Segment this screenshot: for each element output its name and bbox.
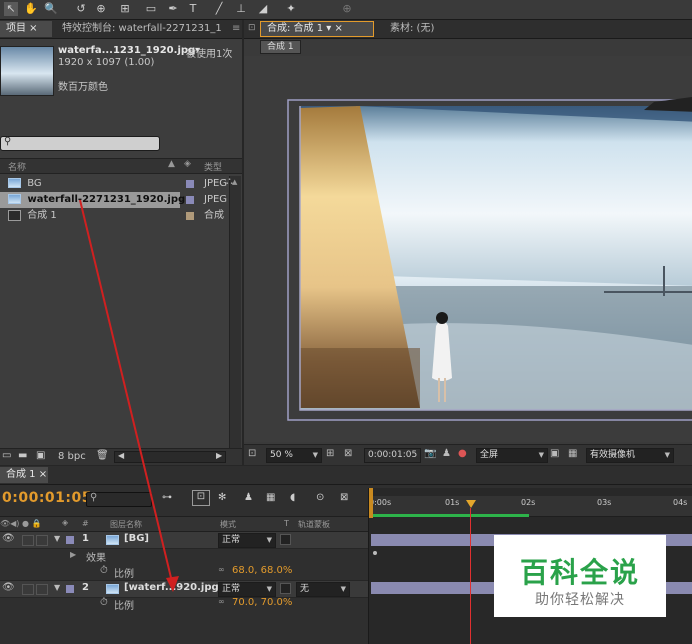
watermark-title: 百科全说 bbox=[519, 556, 640, 589]
watermark-subtitle: 助你轻松解决 bbox=[535, 592, 625, 608]
watermark: 百科全说 助你轻松解决 bbox=[494, 535, 666, 617]
